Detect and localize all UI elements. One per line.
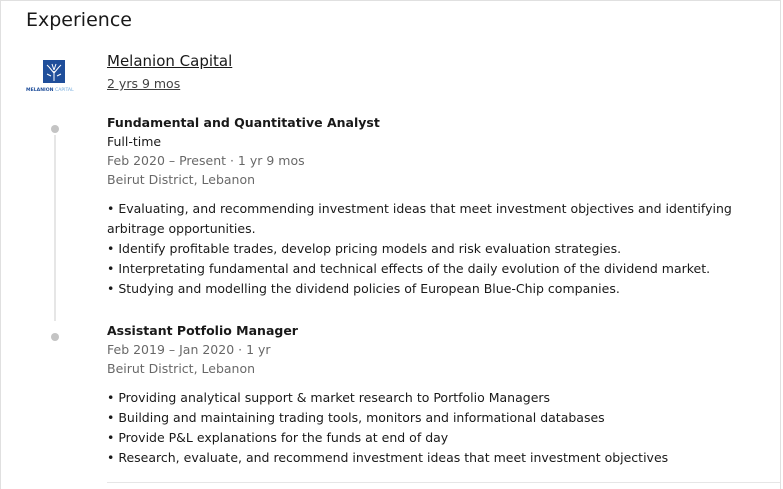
- description-line: • Evaluating, and recommending investmen…: [107, 201, 732, 236]
- role-description: • Providing analytical support & market …: [107, 388, 747, 468]
- description-line: • Provide P&L explanations for the funds…: [107, 430, 449, 445]
- timeline-dot: [51, 125, 59, 133]
- employment-type: Full-time: [107, 134, 162, 149]
- description-line: • Building and maintaining trading tools…: [107, 410, 605, 425]
- role-dates: Feb 2019 – Jan 2020 · 1 yr: [107, 342, 271, 357]
- description-line: • Providing analytical support & market …: [107, 390, 551, 405]
- role-location: Beirut District, Lebanon: [107, 361, 256, 376]
- section-title: Experience: [26, 9, 132, 31]
- company-duration-link[interactable]: 2 yrs 9 mos: [107, 75, 180, 93]
- role-dates: Feb 2020 – Present · 1 yr 9 mos: [107, 153, 305, 168]
- timeline-dot: [51, 333, 59, 341]
- role-item: Assistant Potfolio Manager Feb 2019 – Ja…: [107, 321, 747, 468]
- role-title: Assistant Potfolio Manager: [107, 323, 298, 338]
- experience-card: Experience MELANION CAPITAL Melanion Cap…: [0, 0, 781, 489]
- role-description: • Evaluating, and recommending investmen…: [107, 199, 747, 299]
- role-title: Fundamental and Quantitative Analyst: [107, 115, 380, 130]
- logo-text-left: MELANION: [26, 87, 54, 93]
- logo-text-right: CAPITAL: [55, 87, 74, 93]
- description-line: • Identify profitable trades, develop pr…: [107, 241, 622, 256]
- description-line: • Research, evaluate, and recommend inve…: [107, 450, 669, 465]
- role-item: Fundamental and Quantitative Analyst Ful…: [107, 113, 747, 299]
- company-logo[interactable]: MELANION CAPITAL: [25, 56, 83, 96]
- description-line: • Interpretating fundamental and technic…: [107, 261, 711, 276]
- role-location: Beirut District, Lebanon: [107, 172, 256, 187]
- timeline-line: [54, 135, 56, 321]
- description-line: • Studying and modelling the dividend po…: [107, 281, 620, 296]
- company-name-link[interactable]: Melanion Capital: [107, 51, 232, 71]
- divider: [107, 482, 780, 483]
